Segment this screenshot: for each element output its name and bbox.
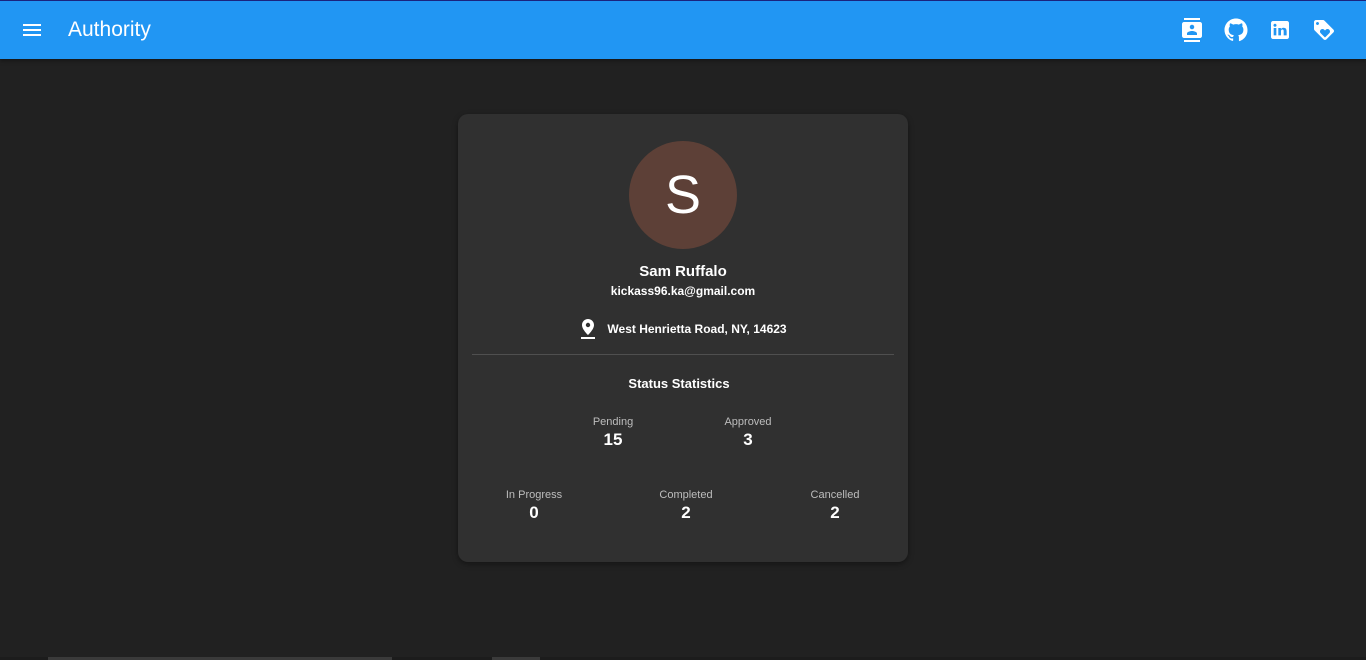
location-pin-icon <box>581 319 596 339</box>
linkedin-icon[interactable] <box>1268 18 1292 42</box>
stat-value: 2 <box>681 503 691 522</box>
user-name: Sam Ruffalo <box>639 263 727 280</box>
github-icon[interactable] <box>1224 18 1248 42</box>
user-location: West Henrietta Road, NY, 14623 <box>458 319 908 339</box>
stat-value: 2 <box>830 503 840 522</box>
app-title: Authority <box>68 18 151 41</box>
stat-approved: Approved 3 <box>688 415 808 451</box>
avatar: S <box>629 141 737 249</box>
menu-icon[interactable] <box>20 18 44 42</box>
stat-in-progress: In Progress 0 <box>474 488 594 524</box>
stat-cancelled: Cancelled 2 <box>775 488 895 524</box>
app-bar: Authority <box>0 0 1366 59</box>
stat-value: 0 <box>529 503 539 522</box>
stats-title: Status Statistics <box>628 376 730 391</box>
stat-label: Pending <box>592 416 634 428</box>
stat-pending: Pending 15 <box>553 415 673 451</box>
stat-label: Completed <box>659 489 713 501</box>
contacts-icon[interactable] <box>1180 18 1204 42</box>
profile-card: S Sam Ruffalo kickass96.ka@gmail.com Wes… <box>458 114 908 562</box>
user-address: West Henrietta Road, NY, 14623 <box>607 322 787 336</box>
stat-completed: Completed 2 <box>626 488 746 524</box>
divider <box>472 354 894 355</box>
tag-icon[interactable] <box>1312 18 1336 42</box>
stat-label: Cancelled <box>810 489 860 501</box>
appbar-actions <box>1160 18 1336 42</box>
stat-value: 3 <box>743 430 753 449</box>
stat-label: In Progress <box>505 489 563 501</box>
stat-value: 15 <box>603 430 623 449</box>
user-email: kickass96.ka@gmail.com <box>610 284 756 298</box>
stat-label: Approved <box>724 416 772 428</box>
